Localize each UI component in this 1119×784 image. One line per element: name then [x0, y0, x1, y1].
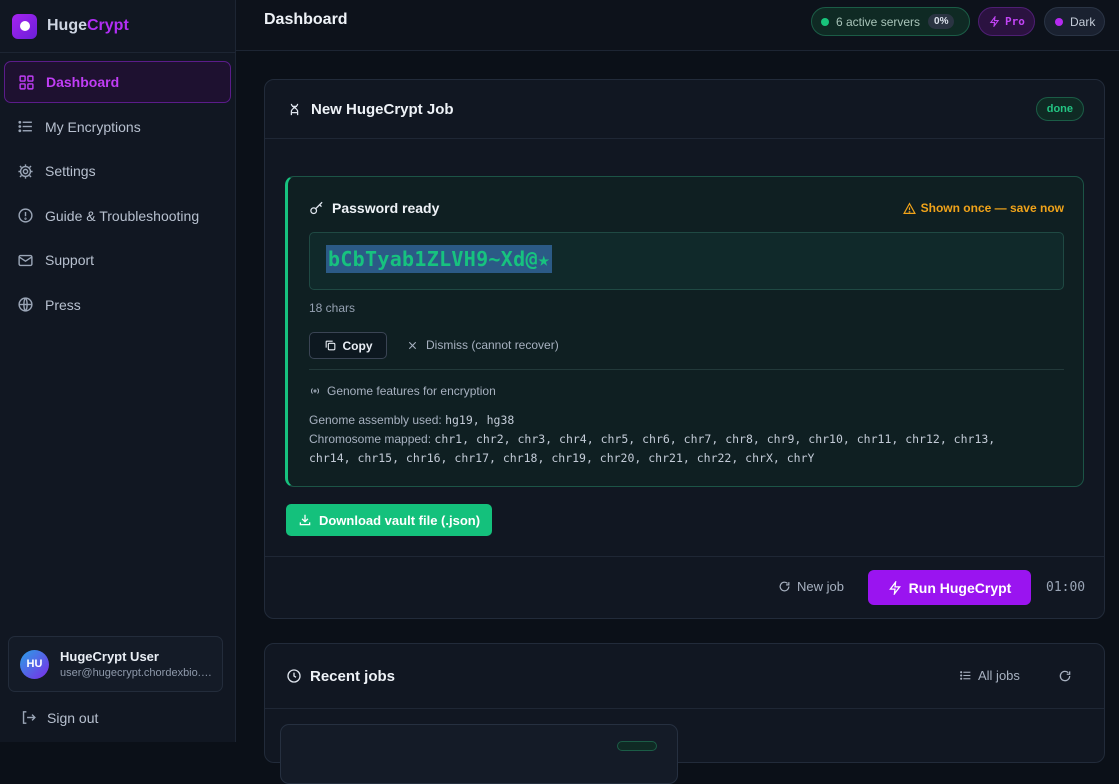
clock-icon	[287, 669, 301, 683]
sidebar-item-label: My Encryptions	[45, 118, 141, 135]
sidebar-item-label: Guide & Troubleshooting	[45, 207, 200, 224]
theme-toggle[interactable]: Dark	[1044, 7, 1105, 36]
warning-label: Shown once — save now	[920, 201, 1064, 215]
recent-jobs-panel: Recent jobs All jobs	[264, 643, 1105, 784]
all-jobs-button[interactable]: All jobs	[959, 668, 1020, 683]
page-title: Dashboard	[264, 11, 348, 28]
recent-jobs-title: Recent jobs	[310, 667, 396, 685]
alert-circle-icon	[18, 208, 33, 223]
sidebar-item-press[interactable]: Press	[4, 284, 231, 326]
globe-icon	[18, 297, 33, 312]
servers-status-badge[interactable]: 6 active servers 0%	[811, 7, 970, 36]
bolt-icon	[888, 580, 901, 595]
features-title: Genome features for encryption	[309, 384, 496, 398]
assembly-value: hg19, hg38	[445, 413, 515, 427]
dna-icon	[290, 103, 299, 115]
gear-icon	[18, 163, 33, 179]
brand-name-b: Crypt	[87, 17, 129, 34]
result-heading: Password ready	[309, 200, 439, 216]
list-icon	[960, 671, 971, 680]
assembly-label: Genome assembly used:	[309, 413, 442, 427]
chromosome-value-1: chr1, chr2, chr3, chr4, chr5, chr6, chr7…	[434, 432, 996, 446]
all-jobs-label: All jobs	[978, 668, 1020, 683]
mail-icon	[18, 254, 33, 266]
status-dot-icon	[821, 17, 829, 26]
brand-name-a: Huge	[47, 17, 87, 34]
sidebar-item-guide[interactable]: Guide & Troubleshooting	[4, 195, 231, 237]
list-icon	[18, 120, 32, 133]
new-job-button[interactable]: New job	[778, 579, 844, 594]
grid-icon	[19, 74, 34, 90]
user-meta: HugeCrypt User user@hugecrypt.chordexbio…	[60, 649, 215, 679]
sidebar-item-support[interactable]: Support	[4, 239, 231, 281]
copy-button[interactable]: Copy	[309, 332, 387, 359]
sign-out-label: Sign out	[47, 709, 99, 726]
sidebar: HugeCrypt Dashboard My Encryptions Setti…	[0, 0, 236, 742]
features-title-label: Genome features for encryption	[327, 384, 496, 398]
chromosome-label: Chromosome mapped:	[309, 432, 432, 446]
sidebar-item-settings[interactable]: Settings	[4, 150, 231, 192]
brand-name: HugeCrypt	[47, 17, 129, 35]
sidebar-item-label: Dashboard	[46, 74, 120, 90]
dismiss-button[interactable]: Dismiss (cannot recover)	[407, 338, 559, 352]
refresh-icon	[779, 581, 790, 592]
divider	[309, 369, 1064, 370]
password-value[interactable]: bCbTyab1ZLVH9~Xd@★	[326, 245, 553, 273]
new-job-label: New job	[797, 579, 844, 594]
password-field[interactable]: bCbTyab1ZLVH9~Xd@★	[309, 232, 1064, 290]
logout-icon	[22, 711, 36, 724]
plan-badge[interactable]: Pro	[978, 7, 1035, 36]
chromosome-value-2: chr14, chr15, chr16, chr17, chr18, chr19…	[309, 451, 815, 465]
password-result-card: Password ready Shown once — save now bCb…	[285, 176, 1084, 487]
radio-icon	[310, 388, 320, 394]
sidebar-item-dashboard[interactable]: Dashboard	[4, 61, 231, 103]
copy-label: Copy	[342, 338, 373, 353]
password-length: 18 chars	[309, 301, 356, 315]
key-icon	[310, 201, 323, 214]
theme-dot-icon	[1055, 17, 1063, 26]
shown-once-warning: Shown once — save now	[902, 201, 1064, 215]
warning-icon	[902, 201, 916, 214]
job-title: New HugeCrypt Job	[311, 100, 454, 118]
run-hugecrypt-button[interactable]: Run HugeCrypt	[868, 570, 1031, 605]
theme-label: Dark	[1070, 14, 1096, 29]
job-timer: 01:00	[1046, 580, 1086, 595]
bolt-icon	[989, 16, 1000, 27]
avatar: HU	[20, 649, 49, 679]
logo-icon	[12, 13, 37, 39]
job-panel-header: New HugeCrypt Job	[265, 80, 1104, 139]
user-name: HugeCrypt User	[60, 649, 159, 664]
download-label: Download vault file (.json)	[318, 512, 481, 528]
download-icon	[299, 514, 311, 526]
job-panel: New HugeCrypt Job done Password ready Sh…	[264, 79, 1105, 619]
download-vault-button[interactable]: Download vault file (.json)	[286, 504, 492, 536]
sidebar-item-label: Settings	[45, 163, 96, 179]
top-header: Dashboard 6 active servers 0% Pro Dark	[236, 0, 1119, 51]
user-card[interactable]: HU HugeCrypt User user@hugecrypt.chordex…	[8, 636, 223, 692]
sidebar-item-my-encryptions[interactable]: My Encryptions	[4, 106, 231, 148]
run-label: Run HugeCrypt	[908, 579, 1012, 596]
user-email: user@hugecrypt.chordexbio.com	[60, 667, 215, 679]
plan-label: Pro	[1005, 15, 1025, 28]
sidebar-item-label: Support	[45, 252, 95, 268]
refresh-icon[interactable]	[1058, 669, 1072, 683]
status-badge: done	[1035, 97, 1084, 121]
brand[interactable]: HugeCrypt	[0, 0, 235, 53]
job-panel-footer: New job Run HugeCrypt 01:00	[265, 556, 1104, 618]
genome-features: Genome assembly used: hg19, hg38 Chromos…	[309, 411, 1069, 468]
chromosome-line: Chromosome mapped: chr1, chr2, chr3, chr…	[309, 430, 1069, 449]
close-icon	[408, 341, 417, 349]
dismiss-label: Dismiss (cannot recover)	[426, 338, 559, 352]
result-heading-label: Password ready	[332, 200, 440, 216]
job-status-badge	[617, 741, 657, 751]
servers-load: 0%	[928, 14, 955, 29]
sidebar-nav: Dashboard My Encryptions Settings Guide …	[0, 53, 235, 336]
copy-icon	[325, 340, 335, 351]
job-card[interactable]	[280, 724, 678, 784]
assembly-line: Genome assembly used: hg19, hg38	[309, 411, 1069, 430]
servers-label: 6 active servers	[836, 14, 921, 29]
sidebar-item-label: Press	[45, 296, 81, 313]
sign-out-button[interactable]: Sign out	[20, 709, 98, 726]
